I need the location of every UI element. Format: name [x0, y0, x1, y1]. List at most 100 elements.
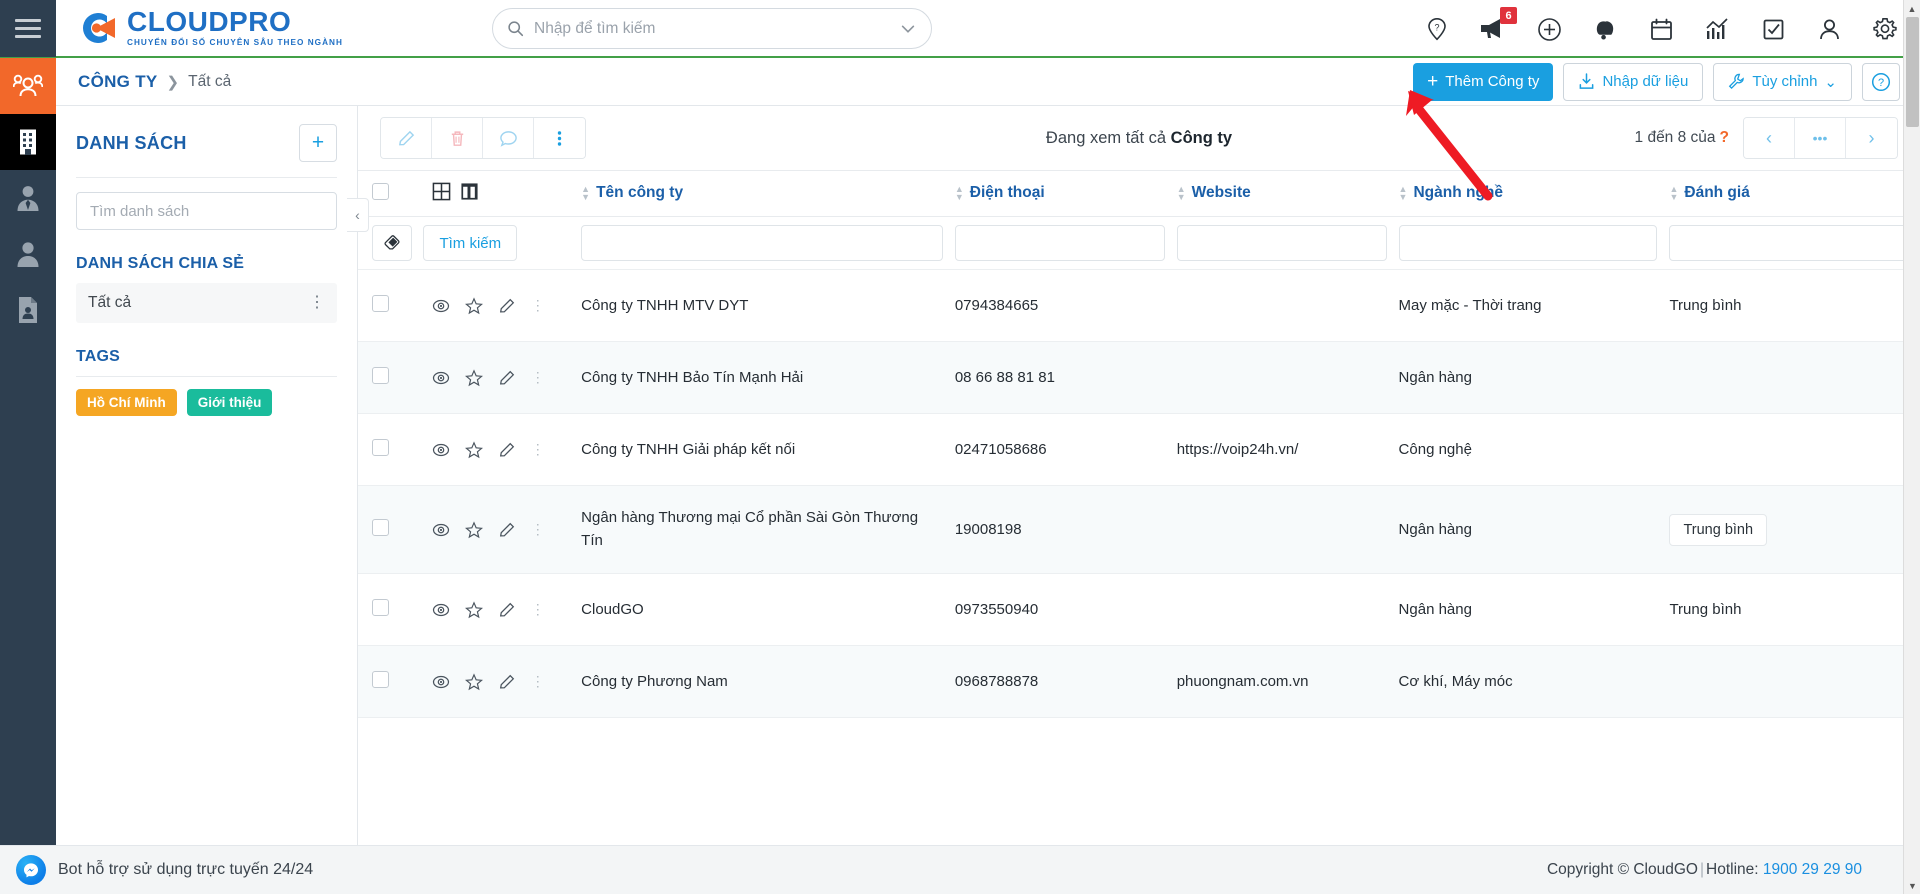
cell-website[interactable]	[1171, 486, 1393, 574]
edit-row-pencil-icon[interactable]	[498, 601, 516, 619]
delete-trash-button[interactable]	[432, 118, 483, 158]
global-search-input[interactable]	[534, 19, 899, 38]
filter-input-website[interactable]	[1176, 225, 1387, 261]
edit-row-pencil-icon[interactable]	[498, 297, 516, 315]
table-row[interactable]: ⋮ Công ty TNHH MTV DYT 0794384665 May mặ…	[358, 270, 1920, 342]
megaphone-icon[interactable]: 6	[1480, 7, 1517, 42]
cell-website[interactable]: https://voip24h.vn/	[1171, 414, 1393, 486]
list-search-input[interactable]	[76, 192, 337, 230]
breadcrumb-main[interactable]: CÔNG TY	[78, 72, 158, 92]
cell-company-name[interactable]: Công ty TNHH Giải pháp kết nối	[575, 414, 949, 486]
row-checkbox[interactable]	[372, 599, 389, 616]
help-button[interactable]: ?	[1862, 62, 1900, 101]
calendar-icon[interactable]	[1648, 16, 1674, 42]
tag-gioi-thieu[interactable]: Giới thiệu	[186, 389, 273, 416]
footer-hotline-number[interactable]: 1900 29 29 90	[1763, 861, 1862, 878]
preview-eye-icon[interactable]	[432, 369, 450, 387]
row-more-icon[interactable]: ⋮	[531, 298, 545, 312]
table-row[interactable]: ⋮ Công ty TNHH Bảo Tín Mạnh Hải 08 66 88…	[358, 341, 1920, 414]
row-checkbox[interactable]	[372, 367, 389, 384]
row-checkbox[interactable]	[372, 295, 389, 312]
column-header-phone[interactable]: ▲ ▼ Điện thoại	[949, 171, 1171, 217]
cell-company-name[interactable]: CloudGO	[575, 574, 949, 646]
location-pin-help-icon[interactable]: ?	[1424, 16, 1450, 42]
favorite-star-icon[interactable]	[464, 672, 483, 691]
apply-filter-button[interactable]: Tìm kiếm	[423, 225, 518, 261]
row-more-icon[interactable]: ⋮	[531, 522, 545, 536]
notification-bell-icon[interactable]	[1592, 16, 1618, 42]
preview-eye-icon[interactable]	[432, 297, 450, 315]
clear-filter-button[interactable]	[372, 225, 412, 261]
filter-input-rating[interactable]	[1669, 225, 1920, 261]
browser-scrollbar[interactable]: ▲ ▼	[1903, 0, 1920, 894]
column-header-industry[interactable]: ▲ ▼ Ngành nghề	[1393, 171, 1664, 217]
row-more-icon[interactable]: ⋮	[531, 602, 545, 616]
cell-company-name[interactable]: Công ty TNHH MTV DYT	[575, 270, 949, 342]
hamburger-menu-button[interactable]	[0, 0, 56, 57]
task-checkbox-icon[interactable]	[1760, 16, 1786, 42]
brand-logo-area[interactable]: CLOUDPRO CHUYỂN ĐỔI SỐ CHUYÊN SÂU THEO N…	[74, 6, 343, 50]
pagination-prev-button[interactable]: ‹	[1744, 118, 1795, 158]
footer-bot-area[interactable]: Bot hỗ trợ sử dụng trực tuyến 24/24	[16, 855, 313, 885]
edit-row-pencil-icon[interactable]	[498, 673, 516, 691]
more-options-button[interactable]	[534, 118, 585, 158]
select-all-checkbox[interactable]	[372, 182, 389, 200]
settings-gear-icon[interactable]	[1872, 16, 1898, 42]
filter-input-industry[interactable]	[1398, 225, 1658, 261]
cell-website[interactable]	[1171, 270, 1393, 342]
edit-row-pencil-icon[interactable]	[498, 369, 516, 387]
preview-eye-icon[interactable]	[432, 673, 450, 691]
cell-website[interactable]	[1171, 342, 1393, 414]
table-row[interactable]: ⋮ Ngân hàng Thương mại Cổ phần Sài Gòn T…	[358, 485, 1920, 574]
favorite-star-icon[interactable]	[464, 296, 483, 315]
preview-eye-icon[interactable]	[432, 601, 450, 619]
add-company-button[interactable]: + Thêm Công ty	[1413, 62, 1554, 101]
favorite-star-icon[interactable]	[464, 440, 483, 459]
preview-eye-icon[interactable]	[432, 521, 450, 539]
favorite-star-icon[interactable]	[464, 520, 483, 539]
scroll-down-arrow-icon[interactable]: ▼	[1904, 877, 1920, 894]
column-header-rating[interactable]: ▲ ▼ Đánh giá	[1663, 171, 1920, 217]
column-header-name[interactable]: ▲ ▼ Tên công ty	[575, 171, 949, 217]
cell-company-name[interactable]: Công ty Phương Nam	[575, 646, 949, 718]
user-account-icon[interactable]	[1816, 16, 1842, 42]
cell-company-name[interactable]: Ngân hàng Thương mại Cổ phần Sài Gòn Thư…	[575, 486, 949, 574]
global-search-box[interactable]	[492, 8, 932, 49]
row-more-icon[interactable]: ⋮	[531, 370, 545, 384]
filter-input-phone[interactable]	[954, 225, 1165, 261]
edit-row-pencil-icon[interactable]	[498, 521, 516, 539]
table-row[interactable]: ⋮ Công ty Phương Nam 0968788878 phuongna…	[358, 645, 1920, 718]
column-header-website[interactable]: ▲ ▼ Website	[1171, 171, 1393, 217]
collapse-panel-button[interactable]: ‹	[347, 198, 369, 232]
split-view-icon[interactable]	[460, 182, 479, 201]
pagination-more-button[interactable]: •••	[1795, 118, 1846, 158]
breadcrumb-sub[interactable]: Tất cả	[188, 73, 231, 91]
rail-item-customers[interactable]	[0, 58, 56, 114]
row-more-icon[interactable]: ⋮	[531, 674, 545, 688]
favorite-star-icon[interactable]	[464, 600, 483, 619]
comment-bubble-button[interactable]	[483, 118, 534, 158]
edit-pencil-button[interactable]	[381, 118, 432, 158]
import-data-button[interactable]: Nhập dữ liệu	[1563, 62, 1704, 101]
customize-button[interactable]: Tùy chỉnh ⌄	[1713, 62, 1852, 101]
row-checkbox[interactable]	[372, 439, 389, 456]
add-list-button[interactable]: +	[299, 124, 337, 162]
analytics-chart-icon[interactable]	[1704, 16, 1730, 42]
scroll-up-arrow-icon[interactable]: ▲	[1904, 0, 1920, 17]
browser-scrollbar-thumb[interactable]	[1906, 17, 1919, 127]
tag-ho-chi-minh[interactable]: Hồ Chí Minh	[76, 389, 177, 416]
cell-website[interactable]	[1171, 574, 1393, 646]
favorite-star-icon[interactable]	[464, 368, 483, 387]
chevron-down-icon[interactable]	[899, 20, 917, 38]
grid-view-icon[interactable]	[432, 182, 451, 201]
row-checkbox[interactable]	[372, 519, 389, 536]
list-item-more-icon[interactable]: ⋮	[309, 295, 325, 310]
rail-item-document[interactable]	[0, 282, 56, 338]
shared-list-item-all[interactable]: Tất cả ⋮	[76, 283, 337, 323]
table-row[interactable]: ⋮ Công ty TNHH Giải pháp kết nối 0247105…	[358, 414, 1920, 486]
row-checkbox[interactable]	[372, 671, 389, 688]
preview-eye-icon[interactable]	[432, 441, 450, 459]
rail-item-lead[interactable]	[0, 226, 56, 282]
edit-row-pencil-icon[interactable]	[498, 441, 516, 459]
row-more-icon[interactable]: ⋮	[531, 442, 545, 456]
